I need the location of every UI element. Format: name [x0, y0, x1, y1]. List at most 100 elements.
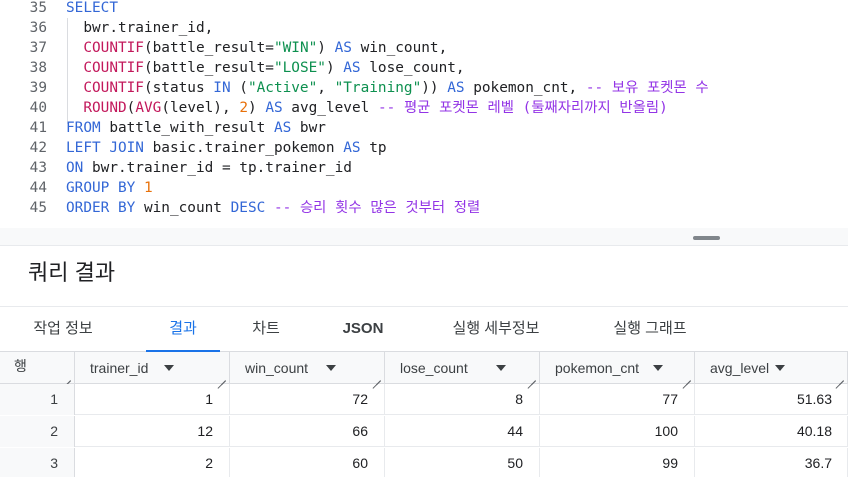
- table-cell-avg-level[interactable]: 40.18: [695, 416, 848, 447]
- code-token: COUNTIF: [66, 40, 144, 56]
- sort-dropdown-icon[interactable]: [326, 365, 336, 371]
- sql-editor[interactable]: 35 SELECT 36 bwr.trainer_id, 37 COUNTIF(bat…: [0, 0, 848, 228]
- table-cell-pokemon-cnt[interactable]: 77: [540, 384, 695, 415]
- code-token: AS: [334, 40, 352, 56]
- table-cell-avg-level[interactable]: 51.63: [695, 384, 848, 415]
- sort-dropdown-icon[interactable]: [164, 365, 174, 371]
- code-text: COUNTIF(battle_result="WIN") AS win_coun…: [66, 38, 447, 58]
- tab-job-info[interactable]: 작업 정보: [16, 307, 110, 352]
- code-token: 1: [143, 180, 153, 196]
- column-header-win-count[interactable]: win_count: [230, 352, 385, 384]
- column-header-trainer-id[interactable]: trainer_id: [75, 352, 230, 384]
- code-token: avg_level: [282, 100, 378, 116]
- code-token: IN: [213, 80, 231, 96]
- code-line[interactable]: 44 GROUP BY 1: [0, 178, 848, 198]
- sort-dropdown-icon[interactable]: [775, 365, 785, 371]
- code-token: AVG: [135, 100, 162, 116]
- line-number: 38: [29, 60, 47, 76]
- line-number: 41: [29, 120, 47, 136]
- code-token: 2: [239, 100, 248, 116]
- code-line[interactable]: 41 FROM battle_with_result AS bwr: [0, 118, 848, 138]
- table-cell-trainer-id[interactable]: 2: [75, 448, 230, 477]
- column-header-pokemon-cnt[interactable]: pokemon_cnt: [540, 352, 695, 384]
- table-cell-win-count[interactable]: 72: [230, 384, 385, 415]
- code-token: GROUP BY: [66, 180, 136, 196]
- sort-dropdown-icon[interactable]: [653, 365, 663, 371]
- code-text: SELECT: [66, 0, 118, 18]
- column-header-label: avg_level: [710, 360, 770, 376]
- line-number: 40: [29, 100, 47, 116]
- code-line[interactable]: 40 ROUND(AVG(level), 2) AS avg_level -- …: [0, 98, 848, 118]
- row-number-cell: 1: [0, 384, 75, 415]
- column-header-label: pokemon_cnt: [555, 360, 640, 376]
- code-token: (level),: [161, 100, 240, 116]
- code-token: AS: [447, 80, 465, 96]
- pane-splitter[interactable]: [0, 228, 848, 246]
- code-token: ORDER BY: [66, 200, 136, 216]
- code-token: COUNTIF: [66, 60, 144, 76]
- column-header-label: win_count: [245, 360, 309, 376]
- code-token: win_count,: [351, 40, 448, 56]
- table-cell-lose-count[interactable]: 8: [385, 384, 540, 415]
- code-text: FROM battle_with_result AS bwr: [66, 118, 326, 138]
- table-cell-avg-level[interactable]: 36.7: [695, 448, 848, 477]
- table-cell-win-count[interactable]: 60: [230, 448, 385, 477]
- code-token: ): [325, 60, 344, 76]
- column-resize-icon[interactable]: [372, 372, 381, 381]
- sort-dropdown-icon[interactable]: [496, 365, 506, 371]
- tab-execution-graph[interactable]: 실행 그래프: [592, 307, 708, 352]
- column-resize-icon[interactable]: [217, 372, 226, 381]
- table-cell-trainer-id[interactable]: 12: [75, 416, 230, 447]
- table-row[interactable]: 3 2 60 50 99 36.7: [0, 448, 848, 477]
- code-token: "Active": [247, 80, 318, 96]
- row-number-cell: 3: [0, 448, 75, 477]
- table-cell-trainer-id[interactable]: 1: [75, 384, 230, 415]
- column-header-lose-count[interactable]: lose_count: [385, 352, 540, 384]
- code-line[interactable]: 35 SELECT: [0, 0, 848, 18]
- code-line[interactable]: 45 ORDER BY win_count DESC -- 승리 횟수 많은 것부…: [0, 198, 848, 218]
- code-text: LEFT JOIN basic.trainer_pokemon AS tp: [66, 138, 387, 158]
- table-cell-win-count[interactable]: 66: [230, 416, 385, 447]
- code-token: bwr.trainer_id,: [66, 20, 214, 36]
- code-token: -- 보유 포켓몬 수: [585, 80, 709, 96]
- table-row[interactable]: 1 1 72 8 77 51.63: [0, 384, 848, 415]
- code-text: COUNTIF(status IN ("Active", "Training")…: [66, 78, 709, 98]
- column-header-avg-level[interactable]: avg_level: [695, 352, 848, 384]
- column-resize-icon[interactable]: [835, 372, 844, 381]
- line-number: 43: [29, 160, 47, 176]
- code-token: SELECT: [66, 0, 118, 16]
- code-line[interactable]: 43 ON bwr.trainer_id = tp.trainer_id: [0, 158, 848, 178]
- code-token: basic.trainer_pokemon: [143, 140, 344, 156]
- code-token: (: [230, 80, 248, 96]
- column-header-label: lose_count: [400, 360, 468, 376]
- column-resize-icon[interactable]: [682, 372, 691, 381]
- column-header-label: trainer_id: [90, 360, 149, 376]
- code-text: COUNTIF(battle_result="LOSE") AS lose_co…: [66, 58, 464, 78]
- code-token: )): [421, 80, 448, 96]
- table-cell-lose-count[interactable]: 50: [385, 448, 540, 477]
- code-token: AS: [343, 140, 361, 156]
- table-cell-pokemon-cnt[interactable]: 100: [540, 416, 695, 447]
- table-cell-lose-count[interactable]: 44: [385, 416, 540, 447]
- tab-chart[interactable]: 차트: [232, 307, 300, 352]
- tab-execution-details[interactable]: 실행 세부정보: [430, 307, 562, 352]
- table-cell-pokemon-cnt[interactable]: 99: [540, 448, 695, 477]
- code-line[interactable]: 36 bwr.trainer_id,: [0, 18, 848, 38]
- line-number: 45: [29, 200, 47, 216]
- results-tabs: 작업 정보 결과 차트 JSON 실행 세부정보 실행 그래프: [0, 306, 848, 353]
- tab-results[interactable]: 결과: [146, 307, 220, 353]
- code-line[interactable]: 37 COUNTIF(battle_result="WIN") AS win_c…: [0, 38, 848, 58]
- code-line[interactable]: 42 LEFT JOIN basic.trainer_pokemon AS tp: [0, 138, 848, 158]
- table-row[interactable]: 2 12 66 44 100 40.18: [0, 416, 848, 447]
- code-token: bwr: [291, 120, 326, 136]
- splitter-handle-icon[interactable]: [693, 236, 720, 240]
- code-line[interactable]: 39 COUNTIF(status IN ("Active", "Trainin…: [0, 78, 848, 98]
- code-token: tp: [360, 140, 387, 156]
- code-token: "Training": [334, 80, 422, 96]
- code-token: "LOSE": [273, 60, 326, 76]
- tab-json[interactable]: JSON: [325, 307, 401, 352]
- code-line[interactable]: 38 COUNTIF(battle_result="LOSE") AS lose…: [0, 58, 848, 78]
- column-resize-icon[interactable]: [62, 372, 71, 381]
- column-resize-icon[interactable]: [527, 372, 536, 381]
- code-token: AS: [273, 120, 292, 136]
